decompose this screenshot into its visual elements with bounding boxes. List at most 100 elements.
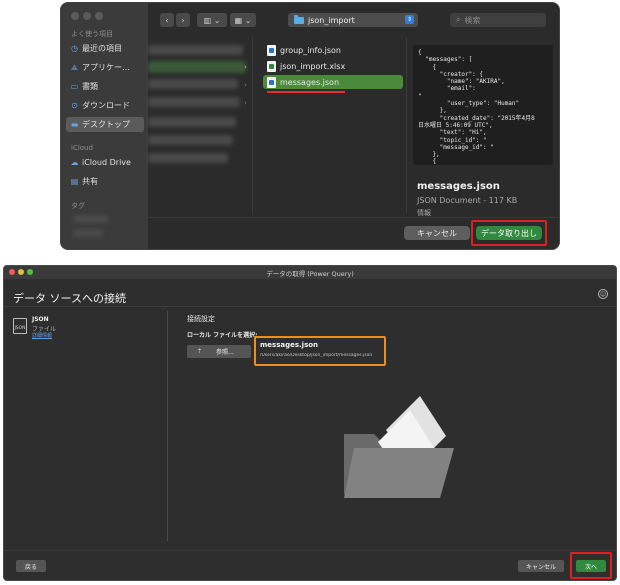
sidebar-item-recents[interactable]: ◷ 最近の項目	[66, 41, 144, 56]
highlight-box	[570, 552, 612, 579]
group-view-button[interactable]: ▦ ⌄	[230, 13, 256, 27]
zoom-window-button[interactable]	[27, 269, 33, 275]
back-button[interactable]: ‹	[160, 13, 174, 27]
parent-folder-column[interactable]: › › ›	[148, 37, 253, 213]
json-file-icon	[267, 44, 276, 56]
file-name: json_import.xlsx	[280, 61, 346, 71]
blurred-item	[148, 45, 243, 55]
icloud-header: iCloud	[71, 144, 93, 152]
browse-label: 参照...	[216, 349, 234, 356]
tags-header: タグ	[71, 202, 85, 210]
minimize-window-button[interactable]	[18, 269, 24, 275]
chevron-right-icon: ›	[244, 63, 247, 71]
dialog-footer: 戻る キャンセル 次へ	[4, 550, 616, 580]
window-titlebar: データの取得 (Power Query)	[4, 266, 616, 279]
location-popup[interactable]: json_import ⇕	[288, 13, 418, 27]
desktop-icon: ▬	[70, 120, 79, 129]
sidebar-item-icloud-drive[interactable]: ☁ iCloud Drive	[66, 155, 144, 170]
back-button[interactable]: 戻る	[16, 560, 46, 572]
search-icon: ⌕	[456, 15, 461, 24]
close-window-button[interactable]	[9, 269, 15, 275]
close-window-button[interactable]	[71, 12, 79, 20]
grid-icon: ▦ ⌄	[234, 15, 252, 25]
excel-file-icon	[267, 60, 276, 72]
window-title: データの取得 (Power Query)	[266, 269, 354, 278]
cloud-icon: ☁	[70, 158, 79, 167]
sidebar-item-label: ダウンロード	[82, 101, 130, 110]
apps-icon: ⟁	[70, 62, 79, 72]
file-name: messages.json	[280, 77, 340, 87]
sidebar-item-documents[interactable]: ▭ 書類	[66, 79, 144, 94]
preview-meta: JSON Document - 117 KB	[417, 196, 518, 205]
chevron-updown-icon: ⇕	[405, 15, 414, 24]
browse-button[interactable]: ⇡ 参照...	[187, 345, 251, 358]
vertical-divider	[167, 311, 168, 541]
chevron-right-icon: ›	[244, 99, 247, 107]
preview-filename: messages.json	[417, 181, 500, 192]
selection-underline	[267, 91, 345, 93]
file-row[interactable]: json_import.xlsx	[263, 59, 403, 73]
column-view-button[interactable]: ▥ ⌄	[197, 13, 227, 27]
power-query-dialog: データの取得 (Power Query) データ ソースへの接続 ☺ JSON …	[3, 265, 617, 581]
sidebar-item-applications[interactable]: ⟁ アプリケー…	[66, 60, 144, 75]
sidebar-item-desktop[interactable]: ▬ デスクトップ	[66, 117, 144, 132]
selected-file-path: /Users/akirao/Desktop/json_import/messag…	[260, 353, 373, 358]
smiley-feedback-icon[interactable]: ☺	[598, 289, 608, 299]
open-folder-illustration	[344, 396, 454, 498]
blurred-item	[148, 117, 236, 127]
sidebar-item-label: デスクトップ	[82, 120, 130, 129]
search-field[interactable]: ⌕ 検索	[450, 13, 546, 27]
sidebar-item-label: 書類	[82, 82, 98, 91]
sidebar-item-label: 最近の項目	[82, 44, 122, 53]
blurred-tag	[73, 229, 103, 237]
blurred-item	[148, 135, 233, 145]
sidebar-item-label: 共有	[82, 177, 98, 186]
json-source-icon: JSON	[13, 318, 27, 334]
shared-folder-icon: ▤	[70, 177, 79, 186]
dialog-footer: キャンセル データ取り出し	[148, 217, 559, 249]
upload-icon: ⇡	[197, 348, 203, 355]
toolbar: ‹ › ▥ ⌄ ▦ ⌄ json_import ⇕ ⌕ 検索	[148, 3, 559, 37]
location-label: json_import	[308, 15, 355, 25]
file-name: group_info.json	[280, 45, 341, 55]
details-link[interactable]: 詳細情報	[32, 332, 52, 339]
blurred-tag	[73, 215, 109, 223]
json-file-icon	[267, 76, 276, 88]
favorites-header: よく使う項目	[71, 30, 113, 38]
divider	[4, 306, 616, 307]
file-open-dialog: よく使う項目 ◷ 最近の項目 ⟁ アプリケー… ▭ 書類 ⊙ ダウンロード ▬ …	[60, 2, 560, 250]
chevron-right-icon: ›	[244, 81, 247, 89]
folder-icon	[294, 14, 304, 24]
sidebar-item-label: iCloud Drive	[82, 158, 131, 167]
section-title: 接続設定	[187, 315, 215, 323]
sidebar-item-downloads[interactable]: ⊙ ダウンロード	[66, 98, 144, 113]
minimize-window-button[interactable]	[83, 12, 91, 20]
sidebar: よく使う項目 ◷ 最近の項目 ⟁ アプリケー… ▭ 書類 ⊙ ダウンロード ▬ …	[61, 3, 148, 249]
page-title: データ ソースへの接続	[13, 292, 126, 305]
blurred-item	[148, 153, 228, 163]
blurred-selected-item	[148, 61, 246, 73]
file-list-column: group_info.json json_import.xlsx message…	[259, 37, 407, 213]
file-row[interactable]: group_info.json	[263, 43, 403, 57]
selected-file-name: messages.json	[260, 341, 319, 349]
file-preview: { "messages": [ { "creator": { "name": "…	[413, 45, 553, 165]
blurred-item	[148, 79, 238, 89]
zoom-window-button[interactable]	[95, 12, 103, 20]
sidebar-item-shared[interactable]: ▤ 共有	[66, 174, 144, 189]
cancel-button[interactable]: キャンセル	[404, 226, 470, 240]
download-icon: ⊙	[71, 101, 78, 110]
search-placeholder: 検索	[464, 15, 481, 25]
sidebar-item-label: アプリケー…	[82, 63, 130, 72]
source-name: JSON	[32, 316, 49, 323]
file-row-selected[interactable]: messages.json	[263, 75, 403, 89]
preview-code: { "messages": [ { "creator": { "name": "…	[418, 49, 535, 166]
clock-icon: ◷	[71, 44, 78, 53]
forward-button[interactable]: ›	[176, 13, 190, 27]
document-icon: ▭	[70, 82, 79, 91]
selected-file-box: messages.json /Users/akirao/Desktop/json…	[254, 336, 386, 366]
highlight-box	[471, 220, 547, 246]
columns-icon: ▥ ⌄	[203, 15, 221, 25]
local-file-label: ローカル ファイルを選択:	[187, 332, 258, 339]
cancel-button[interactable]: キャンセル	[518, 560, 564, 572]
blurred-item	[148, 97, 240, 107]
